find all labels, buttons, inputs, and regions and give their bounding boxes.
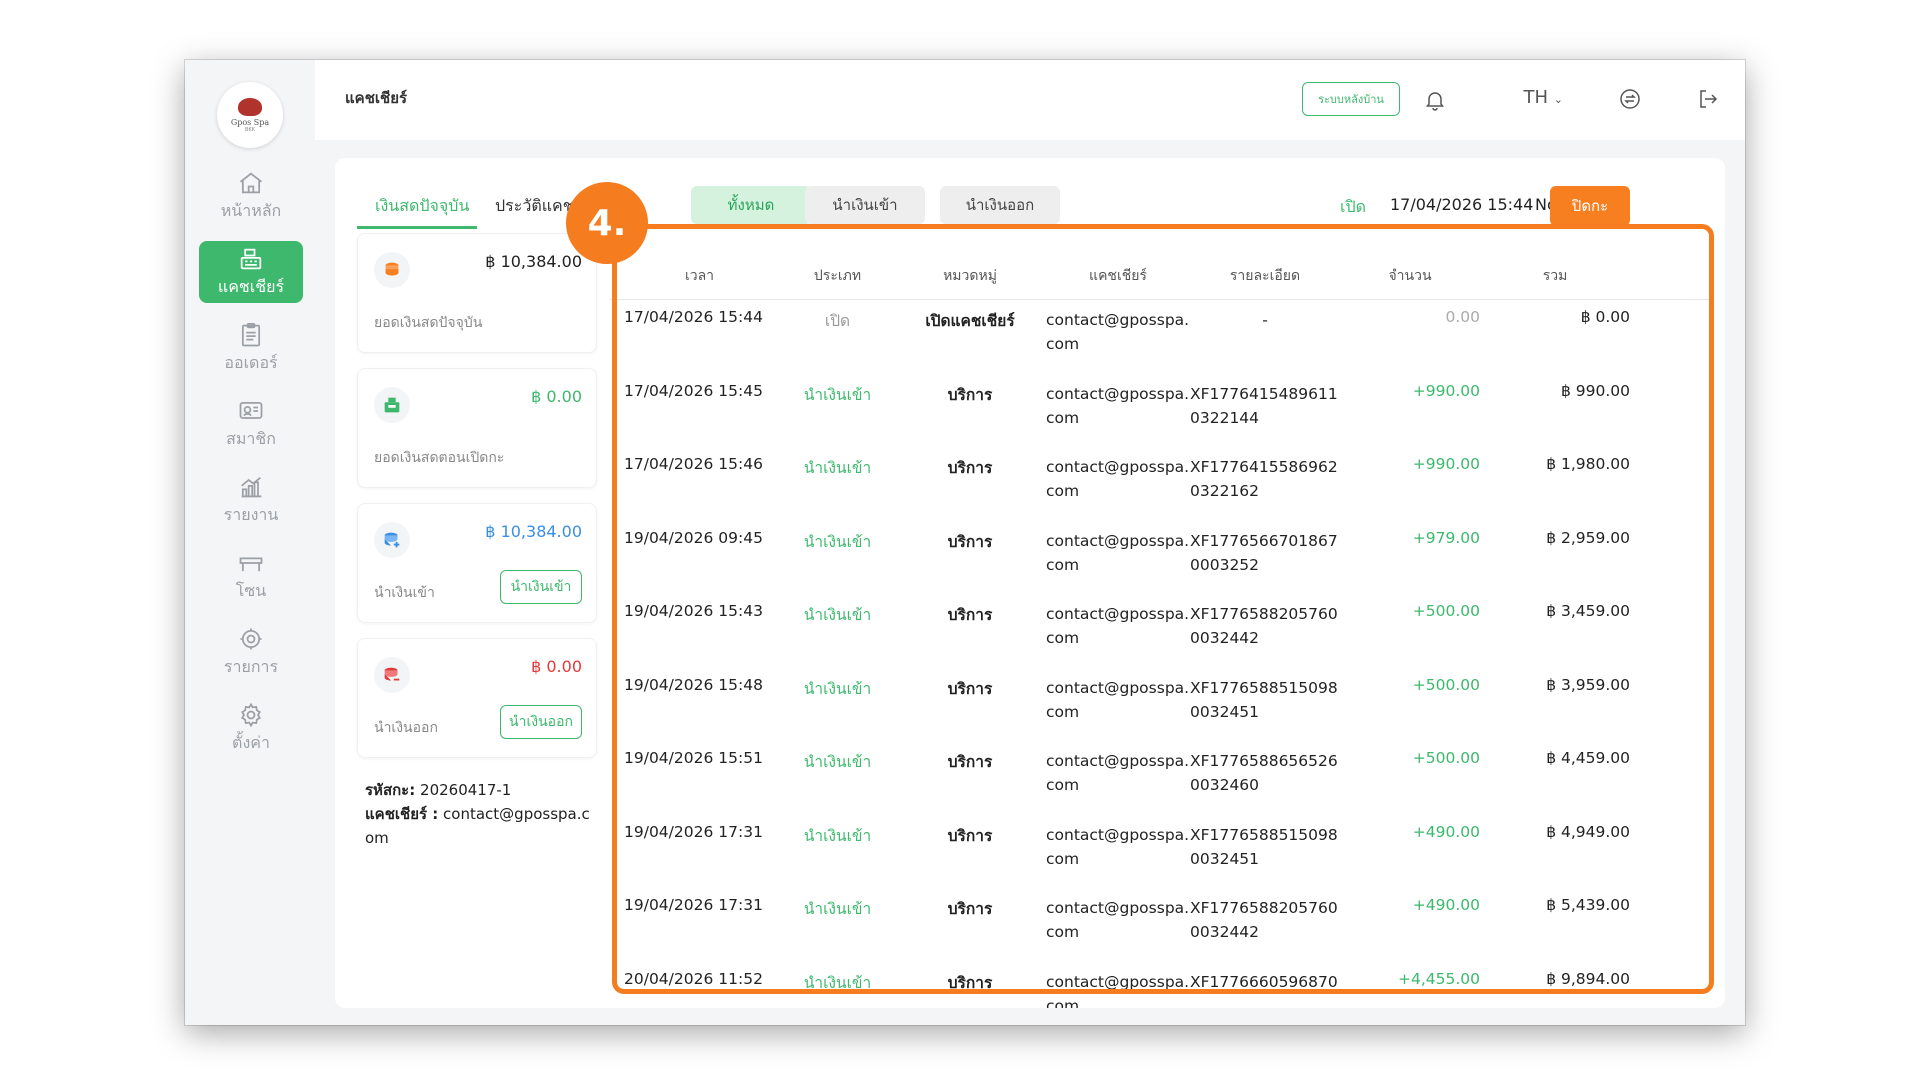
sidebar-item-label: รายงาน bbox=[223, 504, 279, 524]
shift-code: 20260417-1 bbox=[420, 781, 512, 799]
lotus-icon bbox=[238, 97, 262, 116]
shift-info: รหัสกะ: 20260417-1 แคชเชียร์ : contact@g… bbox=[365, 778, 597, 850]
sidebar-item-home[interactable]: หน้าหลัก bbox=[199, 165, 303, 227]
summary-amount: ฿ 10,384.00 bbox=[485, 522, 582, 541]
summary-cash-out: ฿ 0.00 นำเงินออก นำเงินออก bbox=[357, 638, 597, 758]
cash-register-icon bbox=[374, 387, 410, 423]
sidebar-item-services[interactable]: รายการ bbox=[199, 621, 303, 683]
summary-amount: ฿ 0.00 bbox=[531, 657, 582, 676]
coins-icon bbox=[374, 252, 410, 288]
active-tab-indicator bbox=[357, 226, 477, 229]
shift-open-label: เปิด bbox=[1340, 197, 1367, 216]
sidebar-item-zones[interactable]: โซน bbox=[199, 545, 303, 607]
sidebar-item-label: สมาชิก bbox=[226, 428, 276, 448]
bell-icon[interactable] bbox=[1423, 88, 1447, 112]
brand-logo[interactable]: Gpos Spa BKK bbox=[217, 82, 283, 148]
summary-label: ยอดเงินสดตอนเปิดกะ bbox=[374, 450, 505, 466]
sidebar-item-orders[interactable]: ออเดอร์ bbox=[199, 317, 303, 379]
home-icon bbox=[239, 172, 263, 193]
filter-cash-in-button[interactable]: นำเงินเข้า bbox=[805, 186, 925, 224]
sidebar: Gpos Spa BKK หน้าหลัก แคชเชียร์ ออเดอร์ … bbox=[185, 60, 315, 1025]
chart-icon bbox=[241, 476, 262, 497]
page-title: แคชเชียร์ bbox=[345, 89, 408, 107]
step-badge: 4. bbox=[566, 182, 648, 264]
top-bar: แคชเชียร์ ระบบหลังบ้าน TH ⌄ bbox=[315, 60, 1745, 140]
summary-amount: ฿ 0.00 bbox=[531, 387, 582, 406]
sidebar-item-label: รายการ bbox=[223, 656, 279, 676]
sidebar-item-label: หน้าหลัก bbox=[220, 200, 282, 220]
summary-opening-cash: ฿ 0.00 ยอดเงินสดตอนเปิดกะ bbox=[357, 368, 597, 488]
summary-amount: ฿ 10,384.00 bbox=[485, 252, 582, 271]
sidebar-item-reports[interactable]: รายงาน bbox=[199, 469, 303, 531]
exchange-icon[interactable] bbox=[1618, 87, 1642, 111]
bed-icon bbox=[239, 556, 263, 571]
sidebar-item-label: ตั้งค่า bbox=[232, 732, 270, 752]
shift-code-label: รหัสกะ: bbox=[365, 781, 416, 799]
gear-icon bbox=[241, 702, 261, 727]
summary-current-cash: ฿ 10,384.00 ยอดเงินสดปัจจุบัน bbox=[357, 233, 597, 353]
brand-name: Gpos Spa bbox=[230, 117, 270, 127]
sidebar-item-label: ออเดอร์ bbox=[224, 352, 278, 372]
backend-button[interactable]: ระบบหลังบ้าน bbox=[1302, 82, 1400, 116]
sidebar-nav: หน้าหลัก แคชเชียร์ ออเดอร์ สมาชิก รายงาน… bbox=[199, 165, 303, 773]
summary-label: นำเงินเข้า bbox=[374, 585, 435, 601]
member-card-icon bbox=[239, 401, 263, 419]
cash-register-icon bbox=[240, 248, 262, 269]
annotation-highlight-box bbox=[612, 224, 1714, 994]
shift-cashier-label: แคชเชียร์ : bbox=[365, 805, 439, 823]
language-label: TH bbox=[1523, 87, 1549, 108]
summary-cash-in: ฿ 10,384.00 นำเงินเข้า นำเงินเข้า bbox=[357, 503, 597, 623]
summary-label: ยอดเงินสดปัจจุบัน bbox=[374, 315, 483, 331]
clipboard-icon bbox=[241, 322, 261, 346]
sidebar-item-settings[interactable]: ตั้งค่า bbox=[199, 697, 303, 759]
close-shift-button[interactable]: ปิดกะ bbox=[1550, 186, 1630, 226]
summary-label: นำเงินออก bbox=[374, 720, 438, 736]
logout-icon[interactable] bbox=[1696, 87, 1720, 111]
tab-current-cash[interactable]: เงินสดปัจจุบัน bbox=[375, 194, 469, 219]
coins-plus-icon bbox=[374, 522, 410, 558]
sidebar-item-label: โซน bbox=[235, 580, 267, 600]
chevron-down-icon: ⌄ bbox=[1553, 93, 1563, 106]
filter-cash-out-button[interactable]: นำเงินออก bbox=[940, 186, 1060, 224]
language-selector[interactable]: TH ⌄ bbox=[1524, 87, 1563, 108]
shift-open-time: 17/04/2026 15:44 bbox=[1390, 195, 1534, 214]
cash-in-button[interactable]: นำเงินเข้า bbox=[500, 570, 582, 604]
sidebar-item-label: แคชเชียร์ bbox=[217, 276, 285, 296]
coins-minus-icon bbox=[374, 657, 410, 693]
cash-out-button[interactable]: นำเงินออก bbox=[500, 705, 582, 739]
filter-all-button[interactable]: ทั้งหมด bbox=[691, 186, 811, 224]
sidebar-item-cashier[interactable]: แคชเชียร์ bbox=[199, 241, 303, 303]
brand-sub: BKK bbox=[245, 126, 255, 133]
sidebar-item-members[interactable]: สมาชิก bbox=[199, 393, 303, 455]
service-icon bbox=[240, 628, 262, 649]
